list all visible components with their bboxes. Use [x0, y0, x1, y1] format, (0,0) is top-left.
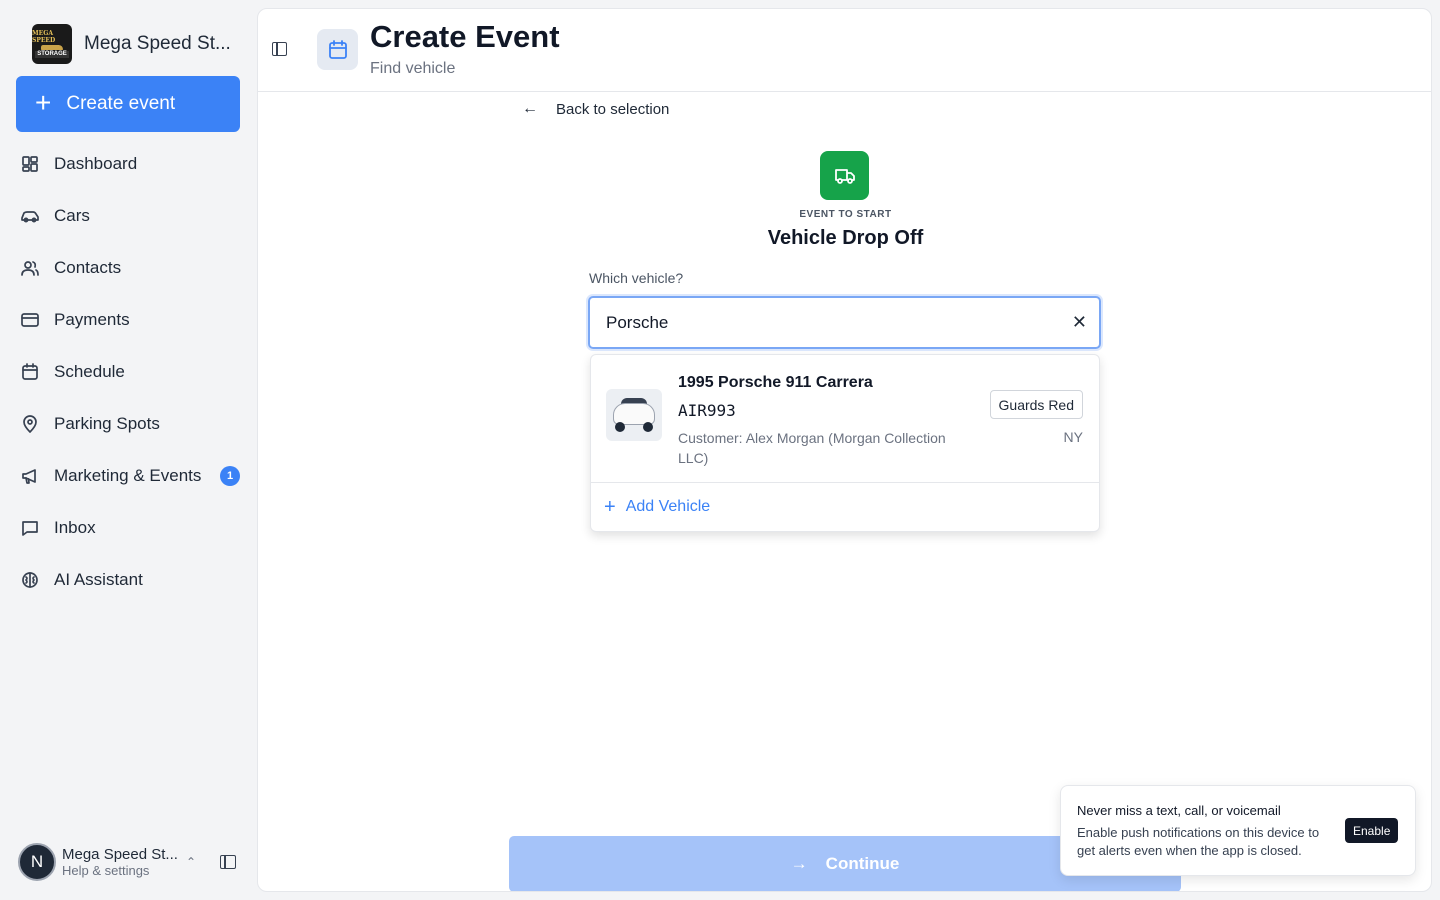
event-caption: EVENT TO START	[799, 209, 892, 220]
sidebar-item-label: Inbox	[54, 518, 96, 537]
sidebar-item-label: Cars	[54, 206, 90, 225]
truck-shape	[834, 168, 855, 184]
sidebar-item-dashboard[interactable]: Dashboard	[16, 138, 244, 190]
credit-card-icon	[21, 313, 39, 327]
header-calendar-icon	[317, 29, 358, 70]
toast-body: Enable push notifications on this device…	[1077, 825, 1320, 858]
vehicle-search-input[interactable]: Porsche ✕	[588, 296, 1101, 349]
sidebar-item-schedule[interactable]: Schedule	[16, 346, 244, 398]
toast-title: Never miss a text, call, or voicemail	[1077, 803, 1281, 818]
main-panel: Create Event Find vehicle ← Back to sele…	[257, 8, 1432, 892]
clear-icon[interactable]: ✕	[1072, 312, 1087, 333]
back-to-selection-link[interactable]: ← Back to selection	[522, 100, 669, 118]
vehicle-title: 1995 Porsche 911 Carrera	[678, 374, 873, 391]
arrow-left-icon: ←	[522, 100, 538, 117]
page-subtitle: Find vehicle	[370, 60, 456, 77]
back-label: Back to selection	[556, 100, 670, 118]
vehicle-customer: Customer: Alex Morgan (Morgan Collection…	[678, 430, 946, 466]
sidebar-item-label: AI Assistant	[54, 570, 143, 589]
message-icon	[22, 521, 38, 536]
brand-name: Mega Speed St...	[84, 33, 231, 54]
avatar: N	[18, 843, 56, 881]
calendar-icon	[22, 363, 38, 380]
brain-icon	[22, 572, 38, 588]
event-name: Vehicle Drop Off	[767, 227, 924, 249]
car-icon	[21, 211, 39, 223]
sidebar-item-label: Payments	[54, 310, 130, 329]
brand-logo: MEGA SPEED STORAGE	[32, 24, 72, 64]
user-subtitle: Help & settings	[62, 863, 150, 878]
page-header: Create Event Find vehicle	[258, 9, 1431, 92]
user-menu[interactable]: N Mega Speed St... Help & settings ⌃	[18, 843, 236, 881]
sidebar: MEGA SPEED STORAGE Mega Speed St... + Cr…	[0, 0, 256, 900]
logo-text-top: MEGA SPEED	[32, 30, 56, 44]
sidebar-item-label: Parking Spots	[54, 414, 160, 433]
user-name: Mega Speed St...	[62, 846, 178, 863]
sidebar-item-parking-spots[interactable]: Parking Spots	[16, 398, 244, 450]
plus-icon: +	[35, 86, 52, 118]
vehicle-field-label: Which vehicle?	[589, 270, 684, 286]
page-title: Create Event	[370, 19, 560, 54]
calendar-icon	[328, 39, 347, 59]
logo-car-shape	[41, 45, 63, 50]
sidebar-item-contacts[interactable]: Contacts	[16, 242, 244, 294]
megaphone-icon	[22, 469, 36, 484]
add-vehicle-label: Add Vehicle	[625, 498, 711, 515]
vehicle-result-item[interactable]: 1995 Porsche 911 Carrera AIR993 Customer…	[591, 355, 1099, 483]
create-event-label: Create event	[66, 93, 176, 114]
chevron-up-icon[interactable]: ⌃	[186, 855, 196, 869]
brand[interactable]: MEGA SPEED STORAGE Mega Speed St...	[32, 24, 231, 64]
vehicle-plate: AIR993	[678, 401, 736, 420]
sidebar-item-cars[interactable]: Cars	[16, 190, 244, 242]
sidebar-collapse-icon[interactable]	[220, 855, 236, 869]
sidebar-item-payments[interactable]: Payments	[16, 294, 244, 346]
sidebar-item-marketing-events[interactable]: Marketing & Events 1	[16, 450, 244, 502]
arrow-right-icon: →	[790, 854, 808, 873]
dashboard-icon	[22, 156, 38, 172]
vehicle-color-badge: Guards Red	[989, 390, 1083, 419]
logo-text-bottom: STORAGE	[35, 51, 69, 58]
push-notification-toast: Never miss a text, call, or voicemail En…	[1060, 785, 1416, 876]
contacts-icon	[21, 261, 39, 276]
panel-toggle-icon[interactable]	[272, 42, 287, 56]
sidebar-item-label: Contacts	[54, 258, 122, 277]
user-text: Mega Speed St... Help & settings	[62, 846, 178, 878]
vehicle-state: NY	[1063, 429, 1083, 445]
truck-icon	[820, 151, 869, 200]
car-wheel	[615, 422, 625, 432]
sidebar-item-label: Dashboard	[54, 154, 138, 173]
add-vehicle-button[interactable]: + Add Vehicle	[604, 497, 710, 517]
plus-icon: +	[604, 496, 616, 518]
map-pin-icon	[23, 415, 37, 433]
sidebar-item-label: Marketing & Events	[54, 466, 202, 485]
sidebar-nav: Dashboard Cars Contacts Payments Schedul…	[16, 138, 244, 606]
notification-badge: 1	[220, 466, 240, 486]
vehicle-results-dropdown: 1995 Porsche 911 Carrera AIR993 Customer…	[590, 354, 1100, 532]
sidebar-item-ai-assistant[interactable]: AI Assistant	[16, 554, 244, 606]
create-event-button[interactable]: + Create event	[16, 76, 240, 132]
sidebar-item-inbox[interactable]: Inbox	[16, 502, 244, 554]
enable-notifications-button[interactable]: Enable	[1345, 818, 1399, 843]
car-thumbnail	[606, 389, 662, 441]
car-wheel	[643, 422, 653, 432]
sidebar-item-label: Schedule	[54, 362, 125, 381]
continue-label: Continue	[825, 854, 900, 873]
search-value: Porsche	[606, 312, 669, 332]
